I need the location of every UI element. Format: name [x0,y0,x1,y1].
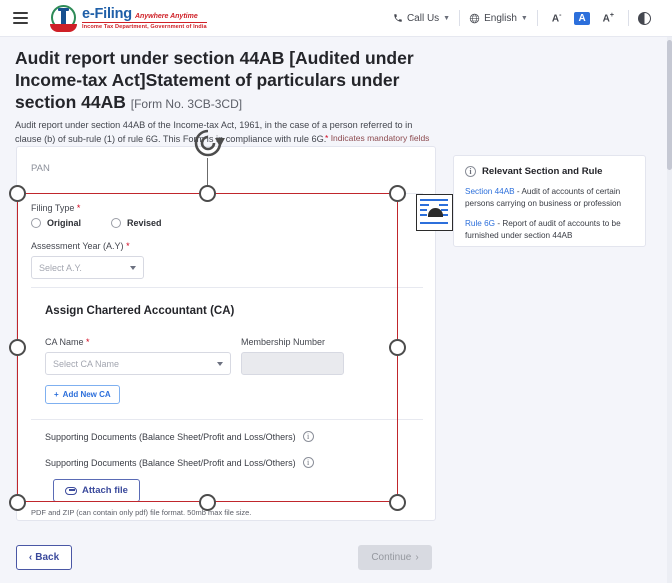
continue-button[interactable]: Continue › [358,545,432,570]
ca-name-group: CA Name * Select CA Name [45,337,231,375]
info-icon: i [465,166,476,177]
broken-image-placeholder-icon [416,194,453,231]
rotate-handle-icon[interactable] [191,126,225,160]
paperclip-icon [65,487,77,495]
assessment-year-select[interactable]: Select A.Y. [31,256,144,279]
language-label: English [484,13,517,24]
mandatory-star: * [325,133,328,143]
national-emblem-icon [50,5,77,32]
assign-ca-heading: Assign Chartered Accountant (CA) [45,305,234,317]
radio-label: Revised [127,218,162,228]
resize-handle-top-center[interactable] [199,185,216,202]
divider [31,287,423,288]
back-button[interactable]: ‹ Back [16,545,72,570]
plus-icon: + [54,390,59,399]
filing-type-label: Filing Type * [31,203,162,213]
chevron-down-icon: ▼ [521,15,528,22]
language-selector[interactable]: English ▼ [460,13,537,24]
continue-label: Continue [371,552,411,563]
mandatory-fields-note: * Indicates mandatory fields [325,133,429,143]
resize-handle-middle-left[interactable] [9,339,26,356]
chevron-right-icon: › [415,552,418,563]
supporting-documents-label-2: Supporting Documents (Balance Sheet/Prof… [45,458,296,468]
membership-number-label: Membership Number [241,337,344,347]
supporting-documents-row-1: Supporting Documents (Balance Sheet/Prof… [45,431,314,442]
add-new-ca-label: Add New CA [63,390,111,399]
file-format-note: PDF and ZIP (can contain only pdf) file … [31,508,251,517]
section-44ab-link[interactable]: Section 44AB [465,187,515,196]
phone-icon [393,13,403,23]
chevron-down-icon: ▼ [443,15,450,22]
rule-6g-link[interactable]: Rule 6G [465,219,495,228]
info-icon[interactable]: i [303,457,314,468]
logo-tagline: Anywhere Anytime [135,13,198,20]
required-marker: * [77,203,81,213]
form-number: [Form No. 3CB-3CD] [131,97,242,111]
required-marker: * [86,337,90,347]
divider [31,193,423,194]
filing-type-group: Filing Type * Original Revised [31,203,162,228]
resize-handle-top-right[interactable] [389,185,406,202]
attach-file-button[interactable]: Attach file [53,479,140,502]
relevant-section-entry-2: Rule 6G - Report of audit of accounts to… [465,218,634,242]
resize-handle-bottom-center[interactable] [199,494,216,511]
form-card: PAN Filing Type * Original Revised [16,146,436,521]
assessment-year-group: Assessment Year (A.Y) * Select A.Y. [31,241,144,279]
relevant-section-entry-1: Section 44AB - Audit of accounts of cert… [465,186,634,210]
call-us-button[interactable]: Call Us ▼ [384,13,459,24]
membership-number-group: Membership Number [241,337,344,375]
radio-circle-icon [111,218,121,228]
font-decrease-button[interactable]: A- [547,12,567,24]
app-root: e-Filing Anywhere Anytime Income Tax Dep… [0,0,672,583]
page-title: Audit report under section 44AB [Audited… [15,47,440,113]
ca-name-label: CA Name * [45,337,231,347]
hamburger-menu-icon[interactable] [13,12,28,24]
page-title-block: Audit report under section 44AB [Audited… [15,47,440,147]
radio-circle-icon [31,218,41,228]
back-label: Back [35,552,59,563]
chevron-down-icon [217,362,223,366]
logo-brand-text: e-Filing [82,6,132,22]
radio-label: Original [47,218,81,228]
add-new-ca-button[interactable]: + Add New CA [45,385,120,404]
logo-department-text: Income Tax Department, Government of Ind… [82,22,207,30]
ca-name-select[interactable]: Select CA Name [45,352,231,375]
divider [31,419,423,420]
resize-handle-top-left[interactable] [9,185,26,202]
assessment-year-placeholder: Select A.Y. [39,263,130,273]
supporting-documents-row-2: Supporting Documents (Balance Sheet/Prof… [45,457,314,468]
relevant-section-panel: i Relevant Section and Rule Section 44AB… [453,155,646,247]
header-actions: Call Us ▼ English ▼ A- A A+ [384,0,660,36]
efiling-logo[interactable]: e-Filing Anywhere Anytime Income Tax Dep… [50,5,207,32]
globe-icon [469,13,480,24]
pan-label: PAN [31,163,50,174]
required-marker: * [126,241,130,251]
call-us-label: Call Us [407,13,439,24]
chevron-left-icon: ‹ [29,552,32,563]
mandatory-note-text: Indicates mandatory fields [331,133,430,143]
resize-handle-middle-right[interactable] [389,339,406,356]
info-icon[interactable]: i [303,431,314,442]
supporting-documents-label-1: Supporting Documents (Balance Sheet/Prof… [45,432,296,442]
relevant-section-heading: Relevant Section and Rule [482,166,602,177]
relevant-section-body: Section 44AB - Audit of accounts of cert… [465,186,634,242]
chevron-down-icon [130,266,136,270]
relevant-section-heading-row: i Relevant Section and Rule [465,166,634,177]
font-normal-button[interactable]: A [574,12,589,25]
resize-handle-bottom-right[interactable] [389,494,406,511]
attach-file-label: Attach file [82,485,128,496]
ca-name-placeholder: Select CA Name [53,359,217,369]
radio-filing-type-original[interactable]: Original [31,218,81,228]
site-header: e-Filing Anywhere Anytime Income Tax Dep… [0,0,672,37]
page-scrollbar-thumb[interactable] [667,40,672,170]
membership-number-field[interactable] [241,352,344,375]
font-increase-button[interactable]: A+ [598,12,619,24]
assessment-year-label: Assessment Year (A.Y) * [31,241,144,251]
resize-handle-bottom-left[interactable] [9,494,26,511]
radio-filing-type-revised[interactable]: Revised [111,218,162,228]
contrast-toggle-icon[interactable] [638,12,651,25]
